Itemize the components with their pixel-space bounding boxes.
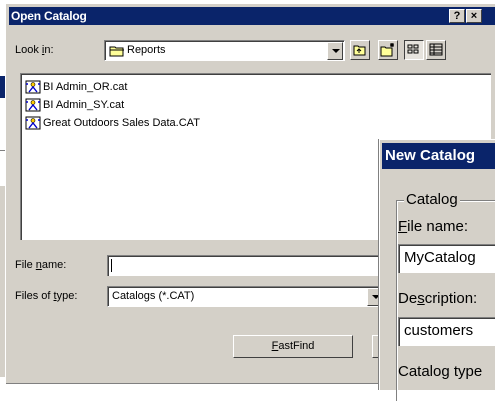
files-of-type-label: Files of type: — [15, 290, 78, 302]
new-catalog-title-bar: New Catalog — [382, 143, 495, 169]
file-name: BI Admin_SY.cat — [43, 99, 125, 111]
look-in-value: Reports — [127, 44, 166, 56]
file-name: Great Outdoors Sales Data.CAT — [43, 117, 200, 129]
file-name-label: File name: — [15, 259, 67, 271]
look-in-dropdown-button[interactable] — [327, 42, 343, 60]
look-in-combo[interactable]: Reports — [104, 40, 345, 61]
new-file-name-input[interactable]: MyCatalog — [398, 244, 495, 273]
fastfind-button[interactable]: FastFind — [233, 335, 353, 358]
details-view-button[interactable] — [426, 40, 446, 60]
close-button[interactable]: × — [466, 9, 482, 23]
new-file-name-label: File name: — [398, 218, 469, 235]
file-item[interactable]: BI Admin_SY.cat — [25, 98, 124, 112]
list-view-button[interactable] — [404, 40, 424, 60]
text-caret — [111, 259, 112, 272]
list-view-icon — [407, 44, 419, 54]
new-folder-button[interactable] — [378, 40, 398, 60]
new-catalog-title: New Catalog — [385, 147, 476, 164]
file-item[interactable]: Great Outdoors Sales Data.CAT — [25, 116, 200, 130]
dialog-title: Open Catalog — [11, 9, 87, 23]
up-folder-icon — [353, 45, 366, 56]
file-item[interactable]: BI Admin_OR.cat — [25, 80, 127, 94]
catalog-file-icon — [25, 116, 41, 130]
catalog-file-icon — [25, 80, 41, 94]
details-view-icon — [429, 43, 443, 56]
catalog-file-icon — [25, 98, 41, 112]
new-file-name-value: MyCatalog — [404, 249, 476, 266]
description-input[interactable]: customers — [398, 317, 495, 346]
catalog-group-label: Catalog — [404, 191, 460, 208]
description-value: customers — [404, 322, 474, 339]
catalog-type-label: Catalog type — [398, 363, 483, 380]
file-name-input[interactable] — [107, 255, 387, 276]
look-in-label: Look in: — [15, 44, 54, 56]
help-button[interactable]: ? — [449, 9, 465, 23]
up-one-level-button[interactable] — [350, 40, 370, 60]
title-bar: Open Catalog ? × — [9, 7, 495, 25]
new-folder-icon — [380, 43, 394, 57]
files-of-type-value: Catalogs (*.CAT) — [112, 290, 195, 302]
folder-icon — [109, 45, 125, 60]
file-name: BI Admin_OR.cat — [43, 81, 128, 93]
description-label: Description: — [398, 290, 478, 307]
new-catalog-dialog: New Catalog Catalog File name: MyCatalog… — [379, 139, 495, 401]
files-of-type-combo[interactable]: Catalogs (*.CAT) — [107, 286, 385, 307]
